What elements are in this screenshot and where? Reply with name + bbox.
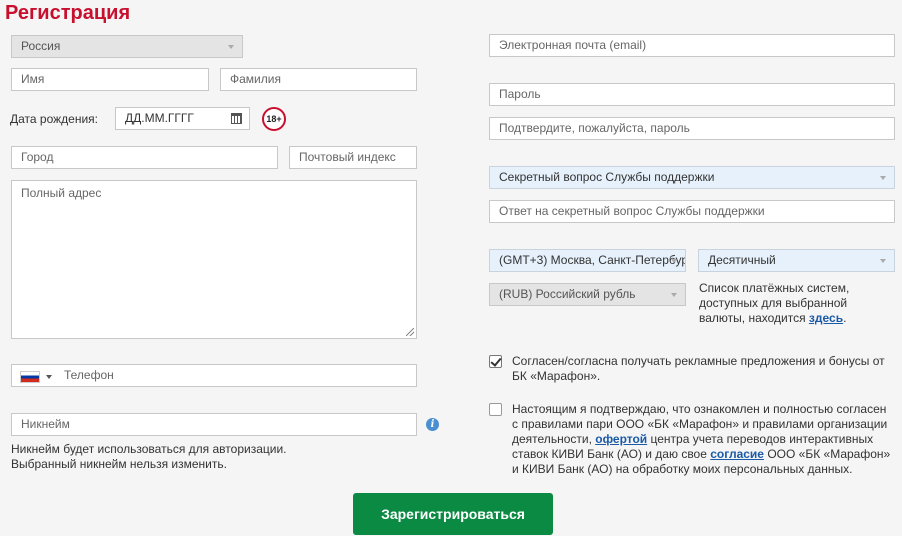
info-icon[interactable]: i <box>426 418 439 431</box>
odds-format-value: Десятичный <box>708 253 776 267</box>
terms-checkbox[interactable] <box>489 403 502 416</box>
currency-select[interactable]: (RUB) Российский рубль <box>489 283 686 306</box>
payment-note-line-2: доступных для выбранной <box>699 296 848 310</box>
zip-input[interactable]: Почтовый индекс <box>289 146 417 169</box>
chevron-down-icon <box>228 45 234 49</box>
payment-systems-note: Список платёжных систем, доступных для в… <box>699 281 849 326</box>
city-input[interactable]: Город <box>11 146 278 169</box>
register-button[interactable]: Зарегистрироваться <box>353 493 553 535</box>
nickname-hint-line-1: Никнейм будет использоваться для авториз… <box>11 442 287 456</box>
email-placeholder: Электронная почта (email) <box>499 38 647 52</box>
resize-handle-icon[interactable] <box>406 328 414 336</box>
promo-consent-text: Согласен/согласна получать рекламные пре… <box>512 354 885 384</box>
nickname-hint: Никнейм будет использоваться для авториз… <box>11 442 286 472</box>
nickname-input[interactable]: Никнейм <box>11 413 417 436</box>
terms-line-3-start: деятельности, <box>512 432 596 446</box>
password-input[interactable]: Пароль <box>489 83 895 106</box>
age-18-badge: 18+ <box>262 107 286 131</box>
password-placeholder: Пароль <box>499 87 541 101</box>
address-textarea[interactable]: Полный адрес <box>11 180 417 339</box>
currency-value: (RUB) Российский рубль <box>499 287 636 301</box>
calendar-icon[interactable] <box>231 113 242 124</box>
first-name-placeholder: Имя <box>21 72 45 86</box>
terms-line-4-end: ООО «БК «Марафон» <box>763 447 891 461</box>
timezone-select[interactable]: (GMT+3) Москва, Санкт-Петербург <box>489 249 686 272</box>
last-name-placeholder: Фамилия <box>230 72 281 86</box>
phone-input[interactable]: Телефон <box>11 364 417 387</box>
terms-line-4: ставок КИВИ Банк (АО) и даю свое согласи… <box>512 447 890 462</box>
chevron-down-icon <box>671 259 677 263</box>
password-confirm-input[interactable]: Подтвердите, пожалуйста, пароль <box>489 117 895 140</box>
terms-line-3: деятельности, офертой центра учета перев… <box>512 432 890 447</box>
chevron-down-icon <box>880 176 886 180</box>
terms-text: Настоящим я подтверждаю, что ознакомлен … <box>512 402 890 477</box>
consent-link[interactable]: согласие <box>710 447 764 461</box>
password-confirm-placeholder: Подтвердите, пожалуйста, пароль <box>499 121 690 135</box>
zip-placeholder: Почтовый индекс <box>299 150 396 164</box>
payment-systems-link[interactable]: здесь <box>809 311 843 325</box>
terms-line-5: и КИВИ Банк (АО) на обработку моих персо… <box>512 462 853 476</box>
chevron-down-icon <box>880 259 886 263</box>
offer-link[interactable]: офертой <box>595 432 647 446</box>
secret-answer-placeholder: Ответ на секретный вопрос Службы поддерж… <box>499 204 765 218</box>
first-name-input[interactable]: Имя <box>11 68 209 91</box>
dob-label: Дата рождения: <box>10 112 98 126</box>
chevron-down-icon <box>671 293 677 297</box>
email-input[interactable]: Электронная почта (email) <box>489 34 895 57</box>
country-select[interactable]: Россия <box>11 35 243 58</box>
phone-placeholder: Телефон <box>64 368 114 382</box>
city-placeholder: Город <box>21 150 54 164</box>
address-placeholder: Полный адрес <box>21 186 102 200</box>
chevron-down-icon[interactable] <box>46 375 52 379</box>
secret-question-value: Секретный вопрос Службы поддержки <box>499 170 715 184</box>
russia-flag-icon[interactable] <box>20 371 40 383</box>
secret-question-select[interactable]: Секретный вопрос Службы поддержки <box>489 166 895 189</box>
promo-consent-checkbox[interactable] <box>489 355 502 368</box>
promo-consent-line-2: БК «Марафон». <box>512 369 601 383</box>
odds-format-select[interactable]: Десятичный <box>698 249 895 272</box>
payment-note-line-3: валюты, находится здесь. <box>699 311 849 326</box>
dob-placeholder: ДД.ММ.ГГГГ <box>125 111 194 125</box>
dob-input[interactable]: ДД.ММ.ГГГГ <box>115 107 250 130</box>
terms-line-4-start: ставок КИВИ Банк (АО) и даю свое <box>512 447 711 461</box>
secret-answer-input[interactable]: Ответ на секретный вопрос Службы поддерж… <box>489 200 895 223</box>
terms-line-2: с правилами пари ООО «БК «Марафон» и пра… <box>512 417 888 431</box>
payment-note-line-1: Список платёжных систем, <box>699 281 850 295</box>
nickname-placeholder: Никнейм <box>21 417 70 431</box>
payment-note-text: валюты, находится <box>699 311 809 325</box>
last-name-input[interactable]: Фамилия <box>220 68 417 91</box>
page-title: Регистрация <box>5 2 131 24</box>
promo-consent-line-1: Согласен/согласна получать рекламные пре… <box>512 354 885 368</box>
timezone-value: (GMT+3) Москва, Санкт-Петербург <box>499 253 686 267</box>
payment-note-end: . <box>843 311 847 325</box>
terms-line-3-end: центра учета переводов интерактивных <box>647 432 874 446</box>
country-value: Россия <box>21 39 61 53</box>
nickname-hint-line-2: Выбранный никнейм нельзя изменить. <box>11 457 227 471</box>
terms-line-1: Настоящим я подтверждаю, что ознакомлен … <box>512 402 887 416</box>
